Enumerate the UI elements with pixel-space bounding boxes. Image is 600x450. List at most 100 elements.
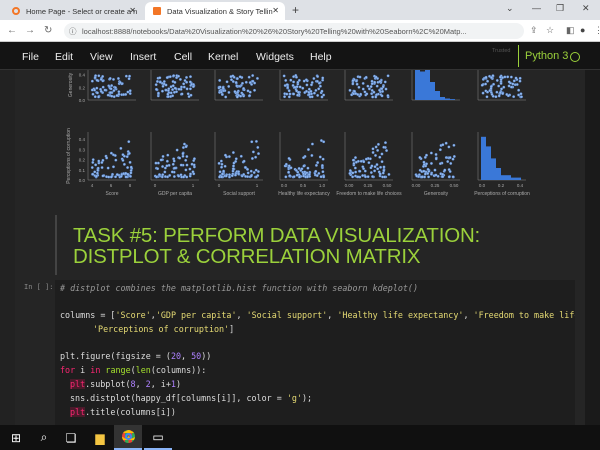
scatter-point xyxy=(367,87,371,91)
menu-dots-icon[interactable]: ⋮ xyxy=(594,25,600,36)
heading-line-2: DISTPLOT & CORRELATION MATRIX xyxy=(73,245,421,268)
minimize-icon[interactable]: — xyxy=(532,3,541,13)
scatter-point xyxy=(480,83,484,87)
markdown-cell[interactable]: TASK #5: PERFORM DATA VISUALIZATION: DIST… xyxy=(55,215,570,275)
scatter-point xyxy=(248,94,252,98)
x-tick-label: 8 xyxy=(129,183,132,188)
search-icon[interactable]: ⌕ xyxy=(30,425,58,450)
back-icon[interactable]: ← xyxy=(7,25,17,36)
menu-insert[interactable]: Insert xyxy=(130,51,156,63)
scatter-point xyxy=(97,95,101,99)
scatter-point xyxy=(91,160,95,164)
scatter-point xyxy=(107,175,111,179)
scatter-point xyxy=(253,88,256,92)
scatter-point xyxy=(512,79,516,83)
scatter-point xyxy=(220,165,224,169)
scatter-point xyxy=(189,75,192,79)
scatter-point xyxy=(387,172,391,176)
new-tab-button[interactable]: + xyxy=(292,3,299,17)
url-input[interactable]: ⓘ localhost:8888/notebooks/Data%20Visuali… xyxy=(64,23,524,39)
menu-help[interactable]: Help xyxy=(310,51,332,63)
close-window-icon[interactable]: ✕ xyxy=(582,3,590,14)
scatter-point xyxy=(154,87,158,91)
scatter-point xyxy=(351,79,355,83)
histogram-bar xyxy=(425,70,430,100)
scatter-point xyxy=(168,173,172,177)
trusted-indicator[interactable]: Trusted xyxy=(492,48,510,54)
scatter-point xyxy=(381,89,385,93)
scatter-point xyxy=(366,175,370,179)
scatter-point xyxy=(113,154,117,157)
bookmark-star-icon[interactable]: ☆ xyxy=(546,25,554,36)
menu-edit[interactable]: Edit xyxy=(55,51,73,63)
scatter-point xyxy=(95,91,99,95)
menu-file[interactable]: File xyxy=(22,51,39,63)
scatter-point xyxy=(316,161,320,165)
scatter-point xyxy=(246,171,250,175)
scatter-point xyxy=(95,171,99,175)
scatter-point xyxy=(429,151,433,155)
restore-icon[interactable]: ❐ xyxy=(556,3,564,14)
x-tick-label: 0.50 xyxy=(383,183,392,188)
scatter-point xyxy=(348,171,352,175)
scatter-point xyxy=(317,171,321,175)
scatter-point xyxy=(369,85,373,89)
scatter-point xyxy=(434,157,438,161)
task-view-icon[interactable]: ❏ xyxy=(57,425,85,450)
scatter-point xyxy=(248,81,252,85)
side-panel-icon[interactable]: ◧ xyxy=(566,25,575,36)
scatter-point xyxy=(506,75,510,79)
tab-notebook[interactable]: Data Visualization & Story Tellin ✕ xyxy=(145,2,285,20)
scatter-point xyxy=(224,174,228,178)
scatter-point xyxy=(106,93,110,97)
scatter-point xyxy=(375,163,379,167)
scatter-point xyxy=(285,83,289,87)
scatter-point xyxy=(124,74,128,78)
scatter-point xyxy=(95,86,99,90)
share-icon[interactable]: ⇪ xyxy=(530,25,538,36)
scatter-point xyxy=(128,160,132,164)
close-tab-icon[interactable]: ✕ xyxy=(272,6,279,15)
scatter-point xyxy=(173,86,177,90)
menu-view[interactable]: View xyxy=(90,51,113,63)
menu-kernel[interactable]: Kernel xyxy=(208,51,238,63)
code-comment: # distplot combines the matplotlib.hist … xyxy=(60,283,418,293)
menu-cell[interactable]: Cell xyxy=(174,51,192,63)
scatter-point xyxy=(218,85,222,89)
file-explorer-icon[interactable]: ▆ xyxy=(86,425,114,450)
menu-widgets[interactable]: Widgets xyxy=(256,51,294,63)
scatter-point xyxy=(376,142,380,146)
scatter-point xyxy=(418,156,422,159)
scatter-point xyxy=(180,92,184,96)
x-axis-label: Healthy life expectancy xyxy=(278,191,330,197)
reload-icon[interactable]: ↻ xyxy=(44,25,52,36)
profile-avatar-icon[interactable]: ● xyxy=(580,25,585,35)
scatter-point xyxy=(316,75,320,78)
scatter-point xyxy=(287,89,291,93)
scatter-point xyxy=(217,161,221,165)
code-line-distplot: sns.distplot(happy_df[columns[i]], color… xyxy=(70,393,313,403)
close-tab-icon[interactable]: ✕ xyxy=(129,6,136,15)
forward-icon[interactable]: → xyxy=(25,25,35,36)
scatter-point xyxy=(235,95,239,99)
code-cell-editor[interactable]: # distplot combines the matplotlib.hist … xyxy=(55,280,575,425)
terminal-icon[interactable]: ▭ xyxy=(144,425,172,450)
scatter-point xyxy=(288,92,292,96)
chrome-icon[interactable] xyxy=(114,425,142,450)
windows-start-icon[interactable]: ⊞ xyxy=(2,425,30,450)
scatter-point xyxy=(181,146,185,150)
scatter-point xyxy=(228,173,231,177)
tab-search-icon[interactable]: ⌄ xyxy=(506,3,514,14)
tab-home-page[interactable]: Home Page - Select or create a n ✕ xyxy=(4,2,142,20)
scatter-point xyxy=(295,75,298,79)
code-line-subplot: plt.subplot(8, 2, i+1) xyxy=(70,379,181,389)
scatter-point xyxy=(429,172,433,176)
heading-line-1: TASK #5: PERFORM DATA VISUALIZATION: xyxy=(73,224,481,247)
tab-title: Data Visualization & Story Tellin xyxy=(167,7,273,16)
scatter-point xyxy=(246,89,250,93)
kernel-name[interactable]: Python 3 xyxy=(525,50,568,62)
scatter-point xyxy=(361,81,365,85)
scatter-point xyxy=(370,79,374,83)
scatter-point xyxy=(306,166,310,170)
scatter-point xyxy=(112,77,115,81)
